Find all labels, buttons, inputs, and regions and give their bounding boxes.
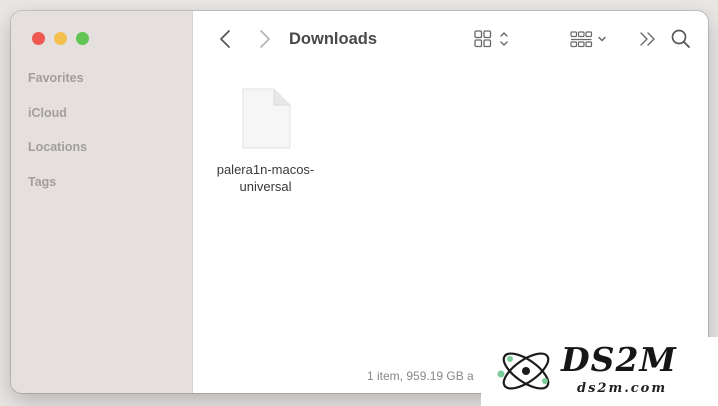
- status-bar-text: 1 item, 959.19 GB a: [367, 369, 474, 383]
- finder-window: Favorites iCloud Locations Tags Download…: [11, 11, 708, 393]
- minimize-window-button[interactable]: [54, 32, 67, 45]
- watermark-title: DS2M: [561, 340, 677, 379]
- back-button[interactable]: [215, 27, 235, 51]
- window-title: Downloads: [289, 30, 378, 48]
- view-mode-button[interactable]: [473, 28, 513, 50]
- group-view-icon: [570, 31, 606, 48]
- group-view-button[interactable]: [569, 28, 613, 50]
- maximize-window-button[interactable]: [76, 32, 89, 45]
- forward-button[interactable]: [255, 27, 275, 51]
- close-window-button[interactable]: [32, 32, 45, 45]
- icon-grid-view-icon: [474, 30, 508, 48]
- back-chevron-icon: [220, 30, 230, 48]
- sidebar: Favorites iCloud Locations Tags: [11, 11, 193, 393]
- more-toolbar-icon: [640, 32, 655, 46]
- watermark: DS2M ds2m.com: [481, 337, 718, 406]
- window-controls: [32, 32, 89, 45]
- sidebar-section-favorites[interactable]: Favorites: [28, 71, 84, 85]
- toolbar: Downloads: [193, 11, 708, 67]
- search-icon: [671, 29, 690, 48]
- sidebar-section-icloud[interactable]: iCloud: [28, 106, 67, 120]
- file-name: palera1n-macos-universal: [216, 162, 315, 194]
- file-item[interactable]: palera1n-macos-universal: [203, 87, 328, 195]
- sidebar-section-locations[interactable]: Locations: [28, 140, 87, 154]
- atom-logo-icon: [497, 352, 550, 390]
- forward-chevron-icon: [260, 30, 270, 48]
- sidebar-section-tags[interactable]: Tags: [28, 175, 56, 189]
- toolbar-overflow-button[interactable]: [637, 28, 659, 50]
- document-icon: [242, 88, 290, 149]
- watermark-url: ds2m.com: [577, 381, 668, 396]
- search-button[interactable]: [669, 27, 693, 51]
